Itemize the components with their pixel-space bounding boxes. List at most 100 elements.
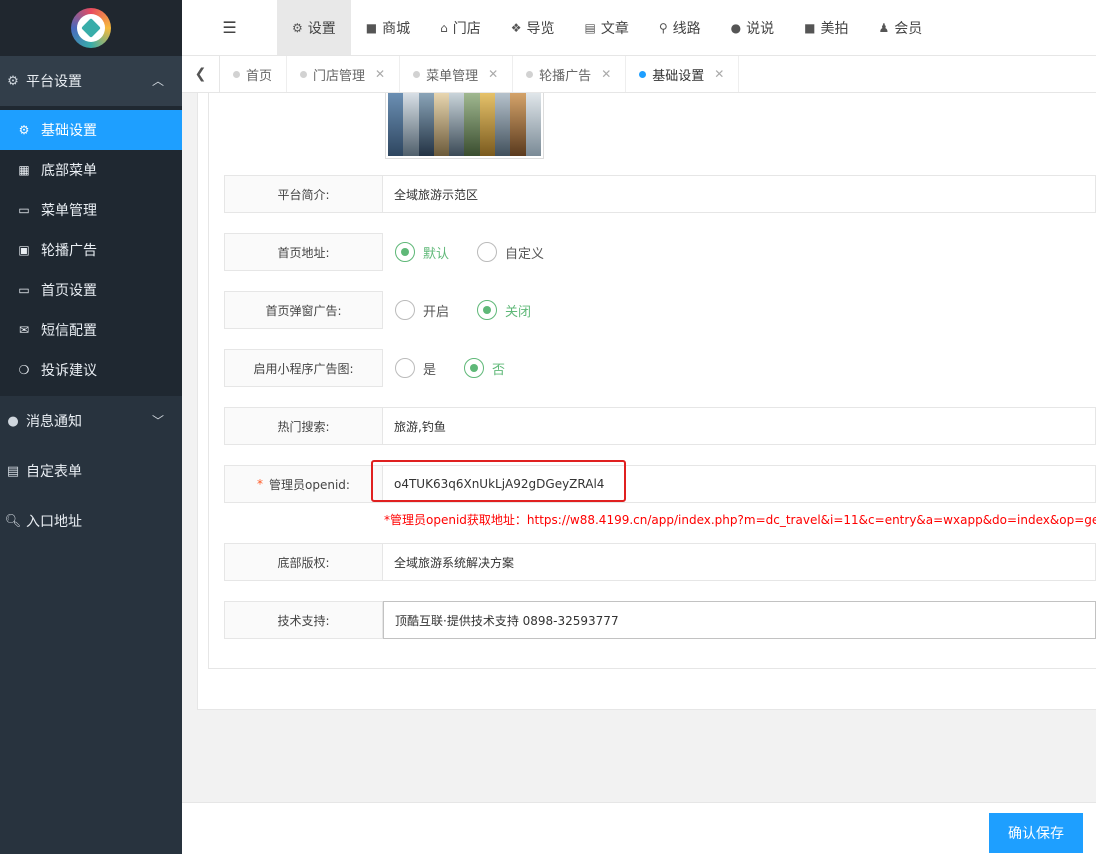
grid-icon: ▦ <box>18 163 30 177</box>
topnav-settings[interactable]: ⚙ 设置 <box>277 0 351 55</box>
bank-icon: ⌂ <box>440 20 448 35</box>
logo-thumbnail[interactable] <box>385 93 544 159</box>
admin-openid-label: * 管理员openid: <box>224 465 383 503</box>
tab-basic-settings[interactable]: 基础设置 ✕ <box>626 56 740 92</box>
close-icon[interactable]: ✕ <box>488 67 498 81</box>
image-icon: ▣ <box>18 243 30 257</box>
main-content: 平台简介: 全域旅游示范区 首页地址: 默认 自定义 首页弹窗广告: 开启 关闭… <box>182 93 1096 802</box>
sidebar-item-basic[interactable]: ⚙ 基础设置 <box>0 110 182 150</box>
radio-home-default[interactable]: 默认 <box>395 242 449 262</box>
sidebar-group-label: 自定表单 <box>26 464 82 480</box>
chevron-up-icon: ︿ <box>151 74 164 88</box>
sidebar-item-sms[interactable]: ✉ 短信配置 <box>0 310 182 350</box>
hot-search-label: 热门搜索: <box>224 407 383 445</box>
row-copyright: 底部版权: 全域旅游系统解决方案 <box>224 543 1096 581</box>
topnav-guide[interactable]: ❖ 导览 <box>496 0 570 55</box>
gear-icon: ⚙ <box>18 123 30 137</box>
radio-checked-icon <box>464 358 485 378</box>
topnav-members[interactable]: ♟ 会员 <box>863 0 937 55</box>
logo-area <box>0 0 182 56</box>
sidebar-item-carousel[interactable]: ▣ 轮播广告 <box>0 230 182 270</box>
form-icon: ▤ <box>6 463 20 479</box>
topnav-label: 导览 <box>526 20 555 37</box>
radio-popup-on[interactable]: 开启 <box>395 300 449 320</box>
chat-icon: ● <box>7 413 19 429</box>
tab-label: 基础设置 <box>652 68 705 84</box>
comment-icon: ❍ <box>18 363 30 377</box>
topnav-routes[interactable]: ⚲ 线路 <box>644 0 716 55</box>
sidebar-item-label: 投诉建议 <box>41 363 97 379</box>
search-icon: 🔍︎ <box>4 513 22 529</box>
copyright-input[interactable]: 全域旅游系统解决方案 <box>383 543 1096 581</box>
row-tech-support: 技术支持: 顶酷互联·提供技术支持 0898-32593777 <box>224 601 1096 639</box>
radio-label: 否 <box>492 362 506 378</box>
row-hot-search: 热门搜索: 旅游,钓鱼 <box>224 407 1096 445</box>
tab-label: 轮播广告 <box>539 68 592 84</box>
tab-home[interactable]: 首页 <box>220 56 288 92</box>
topnav-label: 说说 <box>746 20 775 37</box>
mini-ad-label: 启用小程序广告图: <box>224 349 383 387</box>
tab-label: 菜单管理 <box>426 68 479 84</box>
close-icon[interactable]: ✕ <box>375 67 385 81</box>
envelope-icon: ✉ <box>18 323 30 337</box>
sidebar-item-complaints[interactable]: ❍ 投诉建议 <box>0 350 182 390</box>
topnav-label: 文章 <box>600 20 629 37</box>
row-home-address: 首页地址: 默认 自定义 <box>224 233 1096 271</box>
topnav-articles[interactable]: ▤ 文章 <box>570 0 644 55</box>
tab-label: 首页 <box>246 68 273 84</box>
copyright-label: 底部版权: <box>224 543 383 581</box>
radio-checked-icon <box>477 300 498 320</box>
admin-openid-label-text: 管理员openid: <box>269 477 350 492</box>
topnav-posts[interactable]: ● 说说 <box>716 0 789 55</box>
sidebar-item-bottom-menu[interactable]: ▦ 底部菜单 <box>0 150 182 190</box>
row-mini-ad: 启用小程序广告图: 是 否 <box>224 349 1096 387</box>
sidebar-group-notifications[interactable]: ● 消息通知 ﹀ <box>0 396 182 446</box>
tab-carousel[interactable]: 轮播广告 ✕ <box>513 56 627 92</box>
tab-dot <box>526 71 534 78</box>
sidebar-group-platform[interactable]: ⚙ 平台设置 ︿ <box>0 56 182 106</box>
hot-search-input[interactable]: 旅游,钓鱼 <box>383 407 1096 445</box>
topnav-photos[interactable]: ■ 美拍 <box>789 0 863 55</box>
tab-dot <box>233 71 240 78</box>
tab-menu-manage[interactable]: 菜单管理 ✕ <box>400 56 514 92</box>
tech-support-input[interactable]: 顶酷互联·提供技术支持 0898-32593777 <box>383 601 1096 639</box>
topnav-store[interactable]: ⌂ 门店 <box>425 0 496 55</box>
intro-label: 平台简介: <box>224 175 383 213</box>
radio-unchecked-icon <box>477 242 498 262</box>
sidebar-item-menu-manage[interactable]: ▭ 菜单管理 <box>0 190 182 230</box>
topnav-label: 商城 <box>382 20 411 37</box>
video-icon: ■ <box>804 20 816 35</box>
logo-icon[interactable] <box>71 8 111 48</box>
admin-openid-input[interactable]: o4TUK63q6XnUkLjA92gDGeyZRAl4 <box>383 465 1096 503</box>
radio-label: 是 <box>423 362 437 378</box>
monitor-icon: ▭ <box>18 203 30 217</box>
row-popup-ad: 首页弹窗广告: 开启 关闭 <box>224 291 1096 329</box>
chevron-left-icon[interactable]: ❮ <box>182 56 220 92</box>
topnav-mall[interactable]: ■ 商城 <box>351 0 425 55</box>
radio-label: 自定义 <box>505 246 545 262</box>
save-button[interactable]: 确认保存 <box>989 813 1083 853</box>
radio-home-custom[interactable]: 自定义 <box>477 242 544 262</box>
radio-popup-off[interactable]: 关闭 <box>477 300 531 320</box>
cubes-icon: ❖ <box>510 20 522 35</box>
radio-mini-yes[interactable]: 是 <box>395 358 436 378</box>
topnav-label: 线路 <box>672 20 701 37</box>
intro-input[interactable]: 全域旅游示范区 <box>383 175 1096 213</box>
sidebar-item-home-settings[interactable]: ▭ 首页设置 <box>0 270 182 310</box>
radio-mini-no[interactable]: 否 <box>464 358 505 378</box>
radio-label: 默认 <box>423 246 450 262</box>
required-mark: * <box>257 477 264 491</box>
tab-label: 门店管理 <box>313 68 366 84</box>
topnav-label: 会员 <box>894 20 923 37</box>
sidebar-group-entry[interactable]: 🔍︎ 入口地址 <box>0 496 182 546</box>
radio-unchecked-icon <box>395 358 415 378</box>
radio-label: 开启 <box>423 304 450 320</box>
tab-store-manage[interactable]: 门店管理 ✕ <box>287 56 401 92</box>
menu-toggle-icon[interactable]: ☰ <box>182 0 277 55</box>
sidebar-group-forms[interactable]: ▤ 自定表单 <box>0 446 182 496</box>
close-icon[interactable]: ✕ <box>714 67 724 81</box>
tab-dot <box>639 71 647 78</box>
close-icon[interactable]: ✕ <box>601 67 611 81</box>
sidebar-group-label: 平台设置 <box>26 74 82 90</box>
topnav-label: 门店 <box>452 20 481 37</box>
